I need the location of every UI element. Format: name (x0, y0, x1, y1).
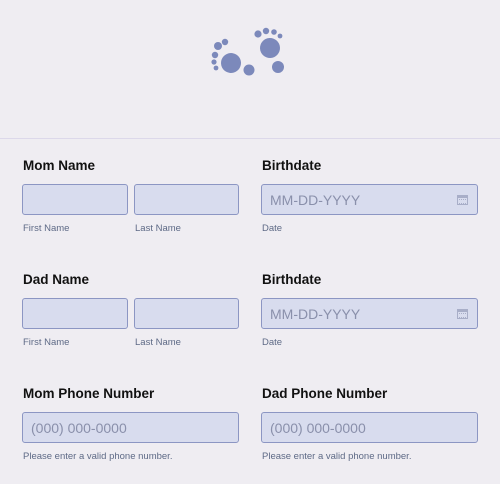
dad-phone-label: Dad Phone Number (262, 386, 388, 401)
mom-birthdate-label: Birthdate (262, 158, 322, 173)
mom-last-name-sublabel: Last Name (135, 223, 181, 234)
dad-last-name-field[interactable] (134, 298, 239, 329)
mom-first-name-sublabel: First Name (23, 223, 70, 234)
mom-phone-label: Mom Phone Number (23, 386, 155, 401)
mom-last-name-input[interactable] (135, 185, 238, 214)
dad-phone-sublabel: Please enter a valid phone number. (262, 451, 412, 462)
mom-phone-sublabel: Please enter a valid phone number. (23, 451, 173, 462)
dad-first-name-field[interactable] (22, 298, 128, 329)
mom-birthdate-field[interactable] (261, 184, 478, 215)
mom-phone-input[interactable] (23, 413, 238, 442)
form-header (0, 0, 500, 139)
calendar-icon[interactable] (457, 195, 468, 205)
dad-last-name-sublabel: Last Name (135, 337, 181, 348)
dad-birthdate-sublabel: Date (262, 337, 283, 348)
dad-birthdate-input[interactable] (262, 299, 477, 328)
dad-phone-input[interactable] (262, 413, 477, 442)
dad-birthdate-field[interactable] (261, 298, 478, 329)
mom-last-name-field[interactable] (134, 184, 239, 215)
dad-first-name-input[interactable] (23, 299, 127, 328)
mom-phone-field[interactable] (22, 412, 239, 443)
baby-footprints-icon (211, 27, 284, 76)
mom-birthdate-sublabel: Date (262, 223, 283, 234)
dad-last-name-input[interactable] (135, 299, 238, 328)
mom-name-label: Mom Name (23, 158, 96, 173)
dad-first-name-sublabel: First Name (23, 337, 70, 348)
calendar-icon[interactable] (457, 309, 468, 319)
mom-first-name-field[interactable] (22, 184, 128, 215)
dad-name-label: Dad Name (23, 272, 90, 287)
mom-birthdate-input[interactable] (262, 185, 477, 214)
dad-birthdate-label: Birthdate (262, 272, 322, 287)
dad-phone-field[interactable] (261, 412, 478, 443)
mom-first-name-input[interactable] (23, 185, 127, 214)
